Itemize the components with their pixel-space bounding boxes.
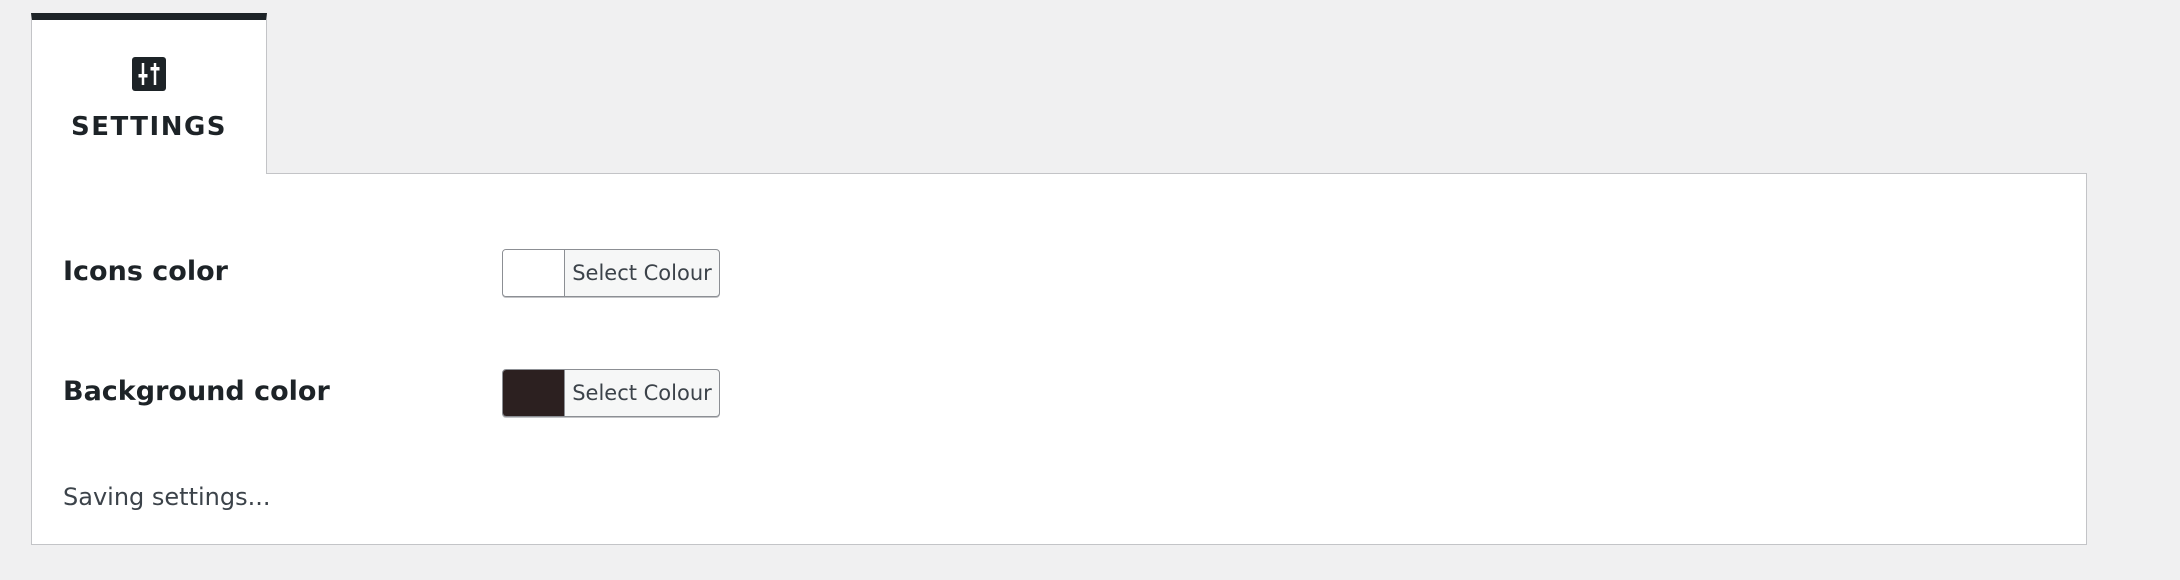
settings-panel: Icons color Select Colour Background col… bbox=[31, 173, 2087, 545]
select-colour-label: Select Colour bbox=[572, 381, 712, 405]
sliders-icon bbox=[132, 57, 166, 91]
background-color-swatch bbox=[503, 370, 565, 416]
select-colour-label: Select Colour bbox=[572, 261, 712, 285]
icons-color-label: Icons color bbox=[63, 256, 228, 287]
icons-color-picker-button[interactable]: Select Colour bbox=[502, 249, 720, 297]
background-color-picker-button[interactable]: Select Colour bbox=[502, 369, 720, 417]
icons-color-swatch bbox=[503, 250, 565, 296]
tab-settings[interactable]: SETTINGS bbox=[31, 13, 267, 174]
tab-label: SETTINGS bbox=[70, 112, 228, 142]
background-color-label: Background color bbox=[63, 376, 330, 407]
status-text: Saving settings... bbox=[63, 483, 271, 511]
